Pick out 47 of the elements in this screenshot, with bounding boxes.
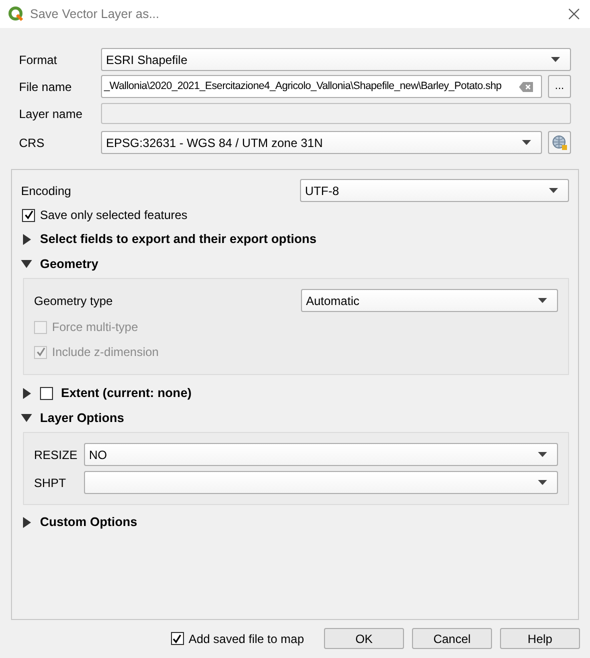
checkbox-label: Add saved file to map: [188, 630, 304, 648]
checkbox[interactable]: [22, 208, 35, 222]
expand-arrow-icon[interactable]: [23, 388, 31, 398]
section-title: Select fields to export and their export options: [40, 230, 316, 248]
field-label: Format: [19, 52, 58, 68]
crs-select-button[interactable]: [548, 131, 571, 154]
section-title: Extent (current: none): [61, 384, 192, 402]
section-title: Custom Options: [40, 514, 138, 531]
checkbox-label: Force multi-type: [52, 319, 138, 336]
checkbox-label: Save only selected features: [40, 207, 188, 224]
checkbox[interactable]: [170, 632, 184, 645]
field-label: File name: [19, 78, 73, 96]
caret-icon: [538, 452, 547, 457]
checkbox[interactable]: [40, 386, 53, 400]
dialog-button[interactable]: OK: [324, 628, 404, 649]
section-title: Geometry: [40, 256, 98, 273]
clear-icon[interactable]: [519, 82, 533, 92]
crs-dropdown[interactable]: EPSG:32631 - WGS 84 / UTM zone 31N: [101, 131, 542, 154]
field-label: Encoding: [21, 182, 72, 200]
window-title: Save Vector Layer as...: [30, 6, 160, 23]
globe-icon: [552, 134, 568, 150]
geometry-type-dropdown[interactable]: Automatic: [301, 289, 558, 312]
caret-icon: [538, 480, 547, 485]
expand-arrow-icon[interactable]: [23, 516, 31, 528]
field-label: Geometry type: [34, 292, 114, 310]
caret-icon: [522, 140, 531, 145]
browse-button[interactable]: ...: [548, 75, 571, 98]
app-logo-icon: [8, 6, 24, 22]
section-title: Layer Options: [40, 410, 124, 427]
collapse-arrow-icon[interactable]: [21, 414, 32, 422]
field-label: RESIZE: [34, 446, 78, 464]
file-name-field[interactable]: _Wallonia\2020_2021_Esercitazione4_Agricolo_Vallonia\Shapefile_new\Barley_Potato.shp: [101, 75, 542, 98]
encoding-dropdown[interactable]: UTF-8: [300, 179, 569, 202]
checkbox-label: Include z-dimension: [52, 344, 159, 361]
field-label: Layer name: [19, 106, 83, 122]
dialog-button[interactable]: Cancel: [412, 628, 492, 649]
field-label: SHPT: [34, 474, 68, 492]
caret-icon: [551, 57, 560, 62]
expand-arrow-icon[interactable]: [23, 234, 31, 244]
close-icon[interactable]: [568, 8, 580, 20]
format-dropdown[interactable]: ESRI Shapefile: [101, 48, 571, 71]
field-label: CRS: [19, 134, 46, 152]
caret-icon: [538, 298, 547, 303]
collapse-arrow-icon[interactable]: [21, 260, 32, 268]
option-dropdown[interactable]: NO: [84, 443, 558, 466]
caret-icon: [549, 188, 558, 193]
dialog-button[interactable]: Help: [500, 628, 580, 649]
